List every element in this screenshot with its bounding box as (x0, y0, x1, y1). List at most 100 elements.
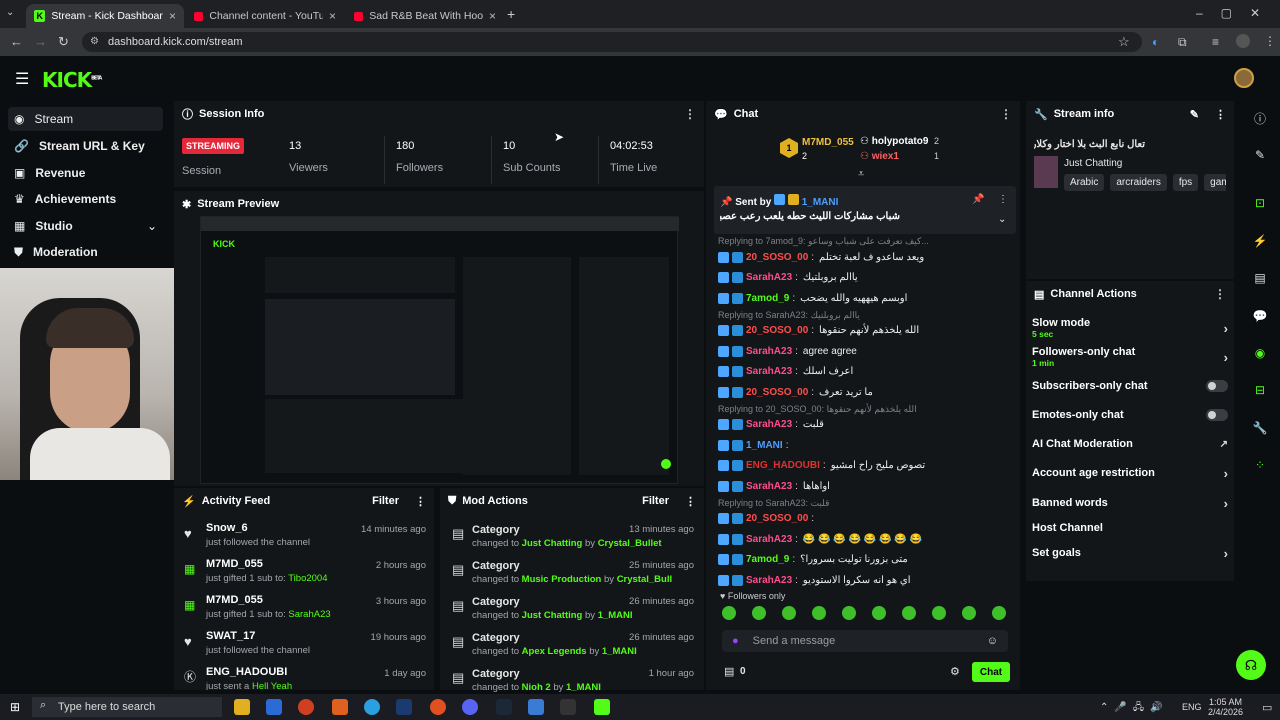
chevron-down-icon[interactable]: ⌄ (998, 214, 1006, 225)
chat-settings-gear-icon[interactable]: ⚙ (950, 665, 960, 678)
channel-action-followers-only-chat[interactable]: Followers-only chat 1 min › (1032, 345, 1228, 369)
chat-message[interactable]: 7amod_9: اوبسم هيههيه والله يضحب (718, 289, 1018, 307)
more-options-icon[interactable]: ⋮ (1215, 108, 1226, 121)
tab-kick-dashboard[interactable]: K Stream - Kick Dashboard × (26, 4, 184, 28)
windows-start-icon[interactable]: ⊞ (10, 700, 20, 714)
chat-message-input[interactable]: ● Send a message ☺ (722, 630, 1008, 652)
url-field[interactable]: dashboard.kick.com/stream (82, 32, 1142, 52)
moderator-link[interactable]: Crystal_Bullet (617, 574, 672, 585)
telegram-icon[interactable] (364, 699, 380, 715)
category-link[interactable]: Music Production (522, 574, 602, 585)
toggle-switch[interactable] (1206, 409, 1228, 421)
chat-username[interactable]: 7amod_9 (746, 293, 789, 304)
chat-message[interactable]: ENG_HADOUBI: تصوص مليح راح امشيو (718, 457, 1018, 475)
moderator-link[interactable]: Crystal_Bullet (598, 538, 662, 549)
kick-logo[interactable]: KICKBETA (42, 68, 102, 92)
broadcast-icon[interactable]: ◉ (1250, 343, 1270, 363)
close-tab-icon[interactable]: × (329, 9, 336, 23)
info-icon[interactable]: ⓘ (1250, 108, 1270, 128)
chat-username[interactable]: 20_SOSO_00 (746, 325, 808, 336)
more-options-icon[interactable]: ⋮ (685, 495, 696, 508)
more-options-icon[interactable]: ⋮ (684, 107, 696, 121)
app-icon[interactable] (430, 699, 446, 715)
emote-icon[interactable] (842, 606, 856, 620)
sidebar-item-studio[interactable]: ▦ Studio ⌄ (8, 214, 163, 238)
more-options-icon[interactable]: ⋮ (1214, 287, 1226, 301)
browser-menu-icon[interactable]: ⋮ (1264, 34, 1276, 48)
channel-action-subscribers-only-chat[interactable]: Subscribers-only chat (1032, 376, 1228, 396)
capcut-icon[interactable] (560, 699, 576, 715)
chat-username[interactable]: 7amod_9 (746, 554, 789, 565)
chat-message[interactable]: 1_MANI: (718, 436, 1018, 454)
chat-icon[interactable]: 💬 (1250, 306, 1270, 326)
extension-icon[interactable]: ◐ (1152, 35, 1159, 49)
photoshop-icon[interactable] (396, 699, 412, 715)
hamburger-menu-icon[interactable]: ☰ (15, 69, 29, 89)
steam-icon[interactable] (496, 699, 512, 715)
chat-message[interactable]: SarahA23: اي هو انه سكروا الاستوديو (718, 571, 1018, 589)
top-gifter-name[interactable]: M7MD_055 (802, 137, 854, 148)
notifications-icon[interactable]: ▭ (1262, 701, 1272, 714)
emote-icon[interactable] (752, 606, 766, 620)
sidebar-item-moderation[interactable]: ⛊ Moderation (8, 240, 163, 264)
kick-app-icon[interactable] (594, 699, 610, 715)
chat-username[interactable]: SarahA23 (746, 366, 792, 377)
chat-username[interactable]: SarahA23 (746, 575, 792, 586)
app-icon[interactable] (528, 699, 544, 715)
chat-username[interactable]: ENG_HADOUBI (746, 460, 820, 471)
edit-pencil-icon[interactable]: ✎ (1190, 108, 1199, 121)
store-icon[interactable] (266, 699, 282, 715)
channel-action-set-goals[interactable]: Set goals › (1032, 543, 1228, 563)
chat-message[interactable]: SarahA23: قلبت (718, 416, 1018, 434)
reload-icon[interactable]: ↻ (58, 34, 69, 50)
moderator-link[interactable]: 1_MANI (602, 646, 637, 657)
more-options-icon[interactable]: ⋮ (998, 194, 1008, 205)
emote-icon[interactable] (812, 606, 826, 620)
emote-icon[interactable] (992, 606, 1006, 620)
category-link[interactable]: Nioh 2 (522, 682, 551, 693)
chat-message[interactable]: 20_SOSO_00: ما تريد تعرف (718, 383, 1018, 401)
tab-youtube-studio[interactable]: Channel content - YouTube Stu× (186, 4, 344, 28)
holypotato-name[interactable]: ⚇ holypotato9 (860, 136, 928, 147)
user-avatar[interactable] (1234, 68, 1254, 88)
back-icon[interactable]: ← (10, 34, 23, 49)
emote-icon[interactable] (722, 606, 736, 620)
chat-message[interactable]: 20_SOSO_00: الله يلخذهم لأنهم حنقوها (718, 322, 1018, 340)
chat-username[interactable]: SarahA23 (746, 346, 792, 357)
profile-avatar[interactable] (1236, 34, 1250, 48)
list-icon[interactable]: ▤ (1250, 268, 1270, 288)
wiex-name[interactable]: ⚇ wiex1 (860, 151, 899, 162)
filter-button[interactable]: Filter (642, 495, 669, 507)
clock[interactable]: 1:05 AM 2/4/2026 (1208, 697, 1243, 717)
chat-message[interactable]: SarahA23: 😂 😂 😂 😂 😂 😂 😂 😂 (718, 530, 1018, 548)
tab-search-icon[interactable]: ⌄ (6, 7, 14, 18)
chat-username[interactable]: SarahA23 (746, 534, 792, 545)
channel-action-emotes-only-chat[interactable]: Emotes-only chat (1032, 405, 1228, 425)
sidebar-item-stream[interactable]: ◉ Stream (8, 107, 163, 131)
emote-icon[interactable] (962, 606, 976, 620)
channel-action-banned-words[interactable]: Banned words › (1032, 493, 1228, 513)
tab-youtube-beat[interactable]: Sad R&B Beat With Hook - Bea× (346, 4, 504, 28)
moderator-link[interactable]: 1_MANI (566, 682, 601, 693)
discord-icon[interactable] (462, 699, 478, 715)
file-explorer-icon[interactable] (234, 699, 250, 715)
chat-message[interactable]: 20_SOSO_00: ويعد ساعدو ف لعبة تختلم (718, 248, 1018, 266)
new-tab-icon[interactable]: + (507, 6, 515, 22)
apps-icon[interactable]: ⁘ (1250, 455, 1270, 475)
close-tab-icon[interactable]: × (489, 9, 496, 23)
mod-icon[interactable]: ⊟ (1250, 380, 1270, 400)
pin-toggle-icon[interactable]: 📌 (972, 194, 984, 205)
chat-message[interactable]: SarahA23: اعرف اسلك (718, 363, 1018, 381)
more-options-icon[interactable]: ⋮ (415, 495, 426, 508)
moderator-link[interactable]: 1_MANI (598, 610, 633, 621)
chat-send-button[interactable]: Chat (972, 662, 1010, 682)
chat-username[interactable]: 20_SOSO_00 (746, 252, 808, 263)
system-tray-icons[interactable]: ⌃🎤🖧🔊 (1100, 700, 1168, 717)
emote-icon[interactable] (902, 606, 916, 620)
chat-username[interactable]: SarahA23 (746, 272, 792, 283)
chat-username[interactable]: 20_SOSO_00 (746, 513, 808, 524)
category-link[interactable]: Apex Legends (522, 646, 587, 657)
collapse-icon[interactable]: ⩡ (858, 168, 864, 181)
bookmark-star-icon[interactable]: ☆ (1118, 34, 1130, 50)
chat-message[interactable]: SarahA23: ياالم بروبلتيك (718, 269, 1018, 287)
